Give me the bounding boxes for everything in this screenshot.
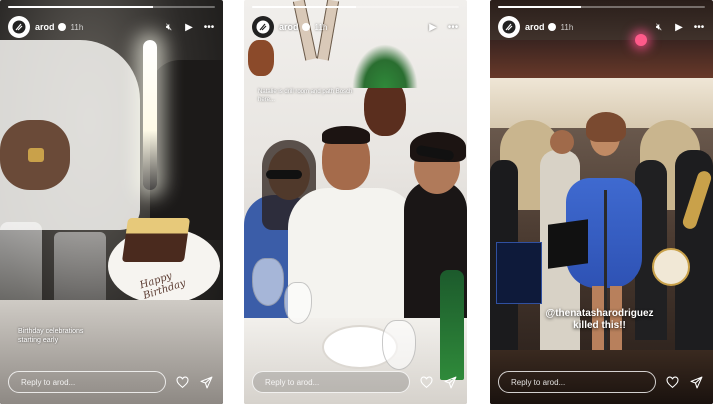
story-progress [252,6,459,8]
story-header: arod 11h 🔇︎ ▶ ••• [8,15,215,39]
profile-logo-icon [502,20,516,34]
progress-segment [498,6,705,8]
progress-segment [8,6,215,8]
send-icon[interactable] [444,376,458,389]
avatar[interactable] [8,16,30,38]
play-icon[interactable]: ▶ [427,22,439,33]
timestamp: 11h [70,22,84,32]
story-panel-performance[interactable]: arod 11h 🔇︎ ▶ ••• @thenatasharodriguez k… [490,0,713,404]
avatar[interactable] [498,16,520,38]
story-footer [498,370,705,394]
more-options-icon[interactable]: ••• [203,22,215,33]
reply-input[interactable] [19,376,165,388]
story-progress [498,6,705,8]
profile-logo-icon [256,20,270,34]
story-caption: Birthday celebrations starting early [18,328,84,344]
verified-badge-icon [301,23,310,31]
story-image [244,0,467,404]
heart-icon[interactable] [176,375,190,389]
reply-field[interactable] [252,371,410,393]
story-caption: Natalie is drill room and path Bosch her… [258,89,353,103]
timestamp: 11h [314,22,328,32]
username[interactable]: arod [525,22,545,32]
reply-field[interactable] [498,371,656,393]
reply-input[interactable] [263,376,409,388]
story-footer [8,370,215,394]
heart-icon[interactable] [420,375,434,389]
play-icon[interactable]: ▶ [673,22,685,33]
timestamp: 11h [560,22,574,32]
reply-field[interactable] [8,371,166,393]
send-icon[interactable] [690,376,704,389]
speaker-muted-icon[interactable]: 🔇︎ [653,22,665,33]
progress-segment [252,6,459,8]
more-options-icon[interactable]: ••• [447,22,459,33]
verified-badge-icon [547,23,556,31]
story-panel-dinner[interactable]: arod 11h ▶ ••• Natalie is drill room and… [244,0,467,404]
speaker-muted-icon[interactable]: 🔇︎ [163,22,175,33]
avatar[interactable] [252,16,274,38]
story-image [490,0,713,404]
story-panel-birthday[interactable]: Happy Birthday arod 11h 🔇︎ ▶ ••• Birthda… [0,0,223,404]
more-options-icon[interactable]: ••• [693,22,705,33]
heart-icon[interactable] [666,375,680,389]
verified-badge-icon [57,23,66,31]
username[interactable]: arod [279,22,299,32]
username[interactable]: arod [35,22,55,32]
story-progress [8,6,215,8]
reply-input[interactable] [509,376,655,388]
story-header: arod 11h 🔇︎ ▶ ••• [498,15,705,39]
profile-logo-icon [12,20,26,34]
play-icon[interactable]: ▶ [183,22,195,33]
story-footer [252,370,459,394]
story-caption: @thenatasharodriguez killed this!! [545,308,654,331]
send-icon[interactable] [200,376,214,389]
story-header: arod 11h ▶ ••• [252,15,459,39]
